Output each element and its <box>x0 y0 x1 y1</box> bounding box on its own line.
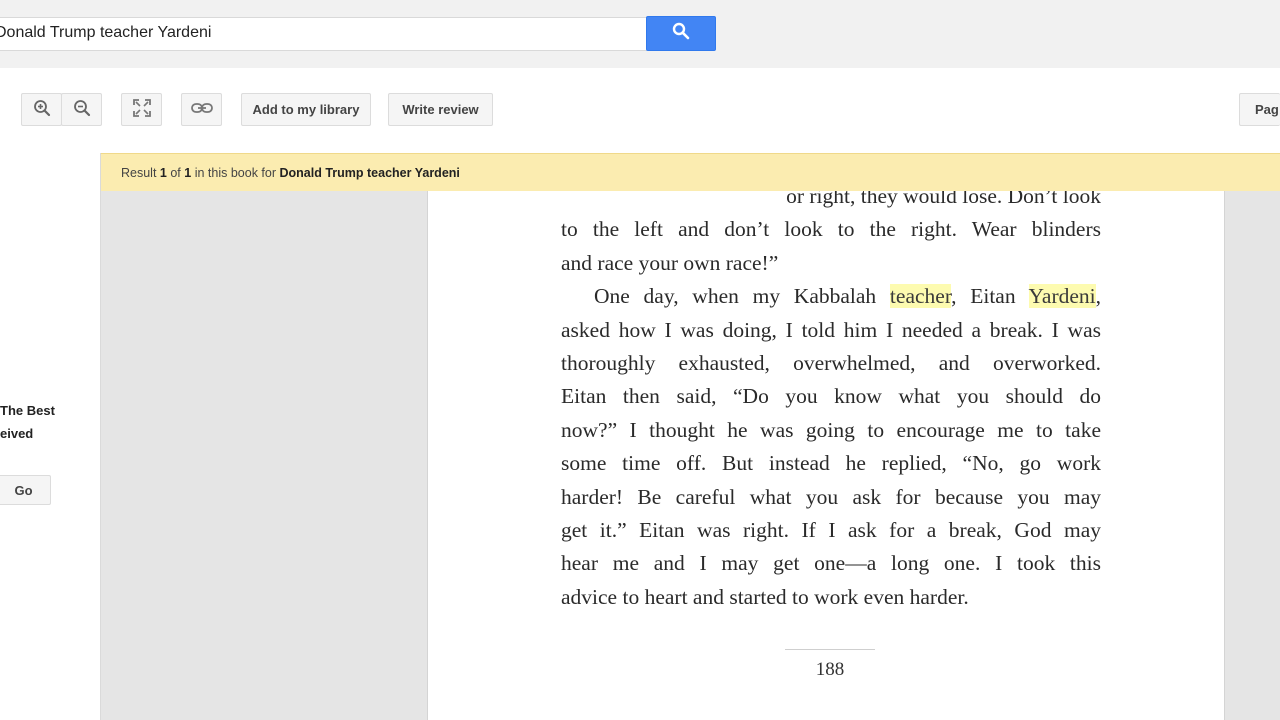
highlight-yardeni: Yardeni <box>1028 284 1096 309</box>
add-to-library-button[interactable]: Add to my library <box>241 93 371 126</box>
zoom-in-button[interactable] <box>21 93 62 126</box>
page-button[interactable]: Pag <box>1239 93 1280 126</box>
text-line: and race your own race!” <box>561 250 779 275</box>
review-group: Write review <box>388 93 493 126</box>
highlight-teacher: teacher <box>889 284 952 309</box>
zoom-out-button[interactable] <box>61 93 102 126</box>
sidebar-text-line1: The Best <box>0 403 55 418</box>
link-group <box>181 93 222 126</box>
page-text: or right, they would lose. Don’t look to… <box>561 191 1101 614</box>
search-button[interactable] <box>646 16 716 51</box>
left-sidebar: The Best eived <box>0 153 100 720</box>
search-input-value[interactable]: Donald Trump teacher Yardeni <box>0 24 211 42</box>
page-number: 188 <box>815 659 845 680</box>
go-button[interactable]: Go <box>0 475 51 505</box>
zoom-group <box>21 93 102 126</box>
text-line: thoroughly exhausted, overwhelmed, and o… <box>561 350 1101 375</box>
library-group: Add to my library <box>241 93 371 126</box>
sidebar-text-line2: eived <box>0 426 34 441</box>
search-icon <box>672 22 690 45</box>
text-line: get it.” Eitan was right. If I ask for a… <box>561 517 1101 542</box>
text-line: harder! Be careful what you ask for beca… <box>561 484 1101 509</box>
write-review-button[interactable]: Write review <box>388 93 493 126</box>
text-line: advice to heart and started to work even… <box>561 584 969 609</box>
search-header: Donald Trump teacher Yardeni <box>0 0 1280 68</box>
text-line: or right, they would lose. Don’t look <box>786 191 1101 208</box>
page-group: Pag <box>1239 93 1280 126</box>
search-result-banner: Result 1 of 1 in this book for Donald Tr… <box>101 153 1280 191</box>
book-page: or right, they would lose. Don’t look to… <box>427 191 1225 720</box>
link-button[interactable] <box>181 93 222 126</box>
fullscreen-button[interactable] <box>121 93 162 126</box>
zoom-out-icon <box>73 99 91 120</box>
text-line: One day, when my Kabbalah teacher, Eitan… <box>594 284 1102 309</box>
fullscreen-group <box>121 93 162 126</box>
fullscreen-icon <box>132 98 152 121</box>
text-line: some time off. But instead he replied, “… <box>561 451 1101 476</box>
text-line: now?” I thought he was going to encourag… <box>561 417 1101 442</box>
text-line: hear me and I may get one—a long one. I … <box>561 551 1101 576</box>
zoom-in-icon <box>33 99 51 120</box>
text-line: Eitan then said, “Do you know what you s… <box>561 384 1101 409</box>
link-icon <box>190 102 213 117</box>
text-line: to the left and don’t look to the right.… <box>561 217 1101 242</box>
text-line: asked how I was doing, I told him I need… <box>561 317 1101 342</box>
page-number-rule <box>785 649 875 650</box>
result-query: Donald Trump teacher Yardeni <box>279 165 460 180</box>
